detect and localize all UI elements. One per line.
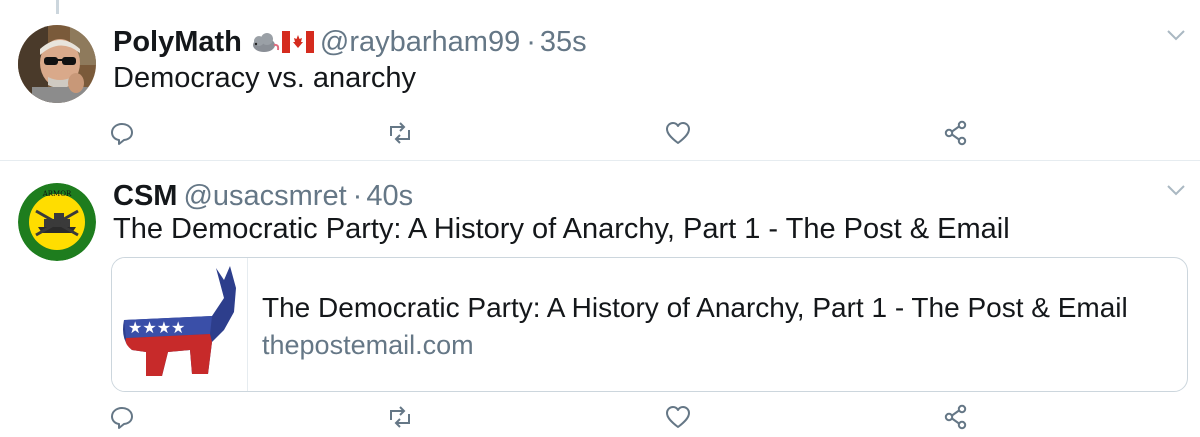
avatar[interactable]: [18, 25, 96, 103]
reply-icon[interactable]: [108, 403, 136, 431]
link-preview-card[interactable]: ★★★★ The Democratic Party: A History of …: [111, 257, 1188, 392]
tweet-header: PolyMath @raybarham99 · 35s: [113, 24, 587, 60]
share-icon[interactable]: [942, 403, 970, 431]
like-icon[interactable]: [664, 119, 692, 147]
card-thumbnail: ★★★★: [112, 258, 248, 391]
chevron-down-icon[interactable]: [1166, 183, 1186, 197]
user-handle[interactable]: @usacsmret: [183, 180, 346, 213]
svg-text:ARMOR: ARMOR: [42, 190, 72, 198]
display-name[interactable]: PolyMath: [113, 26, 242, 59]
tweet-text: The Democratic Party: A History of Anarc…: [113, 213, 1010, 245]
svg-text:★★★★: ★★★★: [128, 318, 185, 337]
tweet-actions: [0, 403, 1200, 431]
card-domain[interactable]: thepostemail.com: [262, 330, 474, 361]
democratic-donkey-logo-icon: ★★★★: [123, 266, 236, 376]
retweet-icon[interactable]: [386, 403, 414, 431]
avatar[interactable]: ARMOR: [18, 183, 96, 261]
tweet-actions: [0, 119, 1200, 147]
tweet-header: CSM @usacsmret · 40s: [113, 178, 413, 214]
tweet[interactable]: PolyMath @raybarham99 · 35s Democracy vs…: [0, 0, 1200, 161]
canada-flag-emoji-icon: [281, 31, 314, 53]
retweet-icon[interactable]: [386, 119, 414, 147]
separator-dot: ·: [352, 179, 363, 212]
display-name[interactable]: CSM: [113, 180, 177, 213]
cloud-mouse-emoji-icon: [252, 33, 280, 52]
tweet-text: Democracy vs. anarchy: [113, 62, 416, 94]
separator-dot: ·: [526, 25, 536, 58]
timestamp[interactable]: 40s: [366, 180, 413, 213]
like-icon[interactable]: [664, 403, 692, 431]
card-title[interactable]: The Democratic Party: A History of Anarc…: [262, 292, 1128, 324]
chevron-down-icon[interactable]: [1166, 28, 1186, 42]
user-handle[interactable]: @raybarham99: [320, 26, 520, 59]
tweet[interactable]: ARMOR CSM @usacsmret · 40s The Democrati…: [0, 161, 1200, 437]
share-icon[interactable]: [942, 119, 970, 147]
name-emoji-badges: [250, 30, 314, 54]
timestamp[interactable]: 35s: [540, 26, 587, 59]
reply-icon[interactable]: [108, 119, 136, 147]
